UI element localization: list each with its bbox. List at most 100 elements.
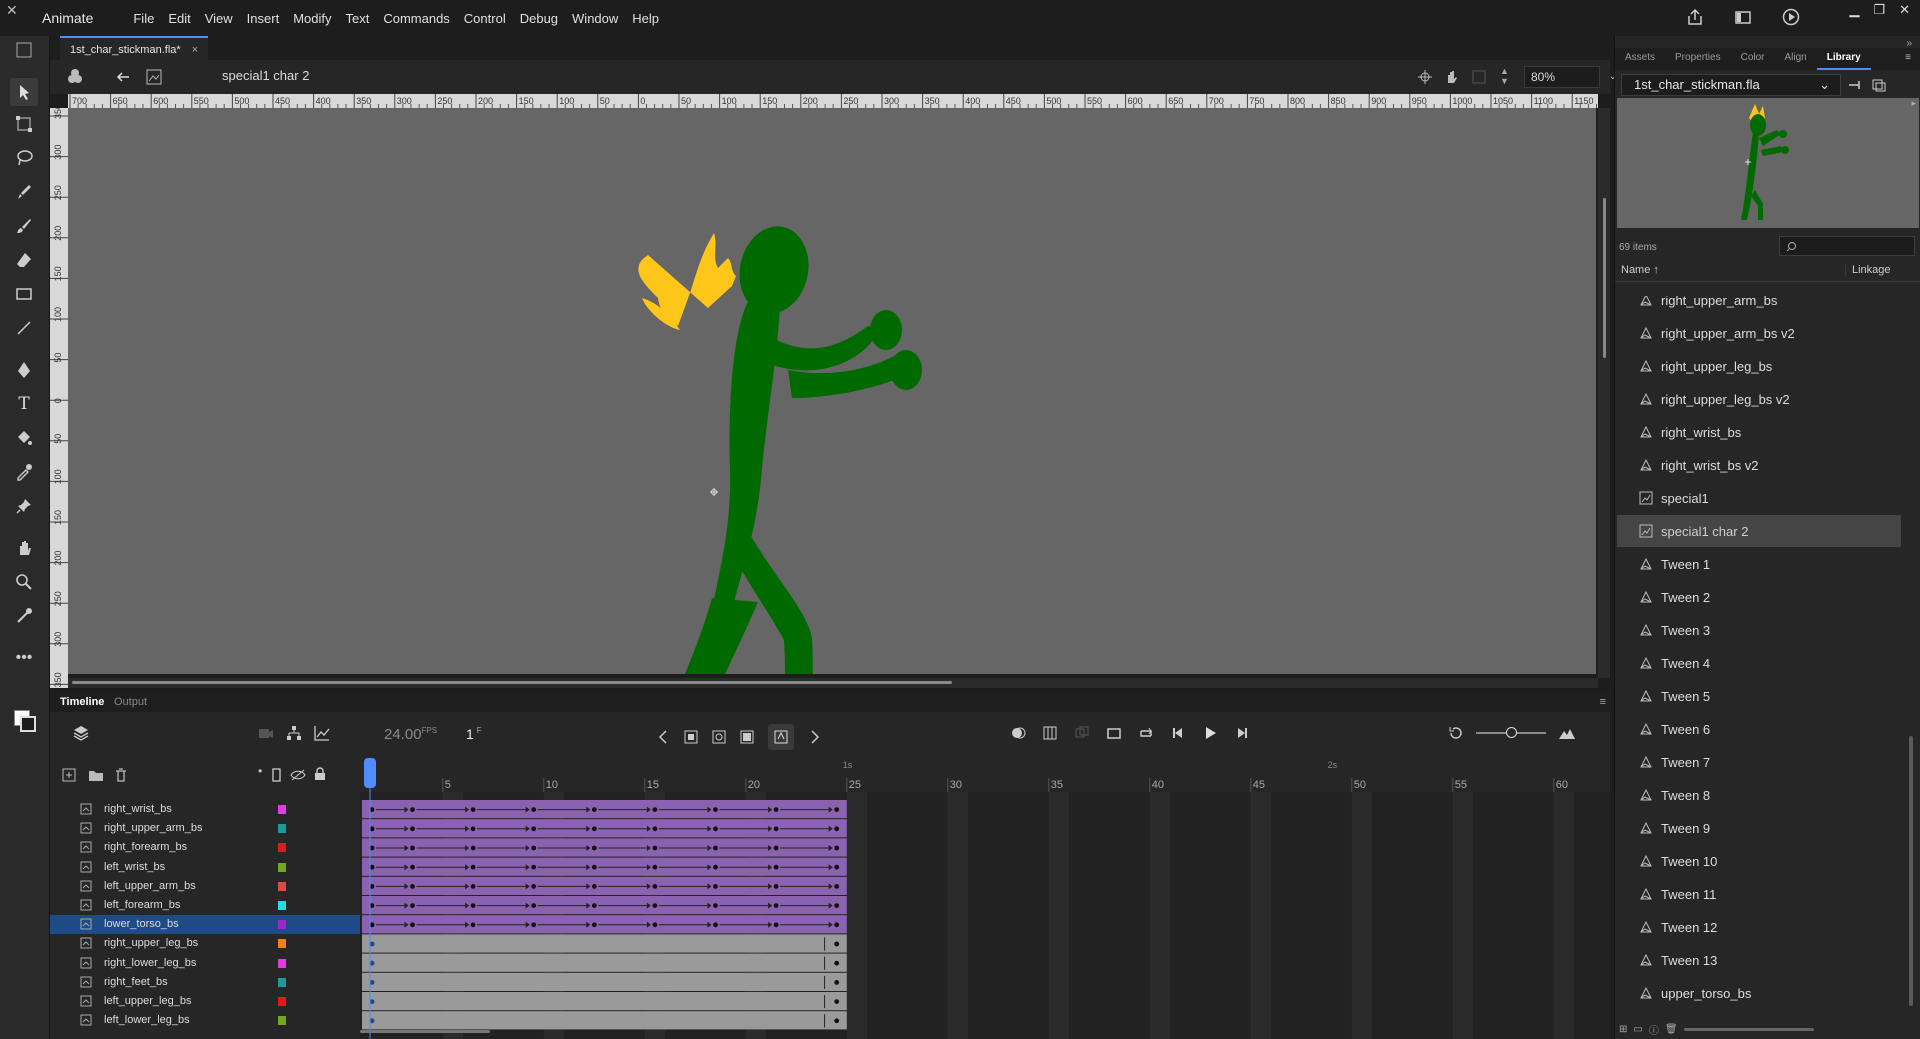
keyframe-dot[interactable] <box>470 807 476 812</box>
keyframe-dot[interactable] <box>773 807 779 812</box>
library-item[interactable]: Tween 4 <box>1617 647 1901 679</box>
keyframe-dot[interactable] <box>531 903 537 908</box>
layer-color-chip[interactable] <box>278 997 286 1006</box>
keyframe-dot[interactable] <box>834 941 840 947</box>
keyframe-dot[interactable] <box>713 864 718 870</box>
keyframe-dot[interactable] <box>410 884 415 889</box>
clip-content-icon[interactable] <box>1472 70 1486 84</box>
menu-modify[interactable]: Modify <box>293 11 331 26</box>
paint-brush-icon[interactable] <box>12 180 36 204</box>
library-item[interactable]: Tween 6 <box>1617 713 1901 745</box>
stage-canvas[interactable] <box>68 108 1596 674</box>
center-stage-icon[interactable] <box>1418 70 1432 84</box>
tab-color[interactable]: Color <box>1731 48 1775 70</box>
loop-icon[interactable] <box>1138 725 1154 741</box>
keyframe-dot[interactable] <box>773 845 779 851</box>
playhead-handle[interactable] <box>364 758 376 788</box>
keyframe-dot[interactable] <box>713 845 718 851</box>
new-library-panel-icon[interactable] <box>1871 78 1887 92</box>
app-close-icon[interactable]: ✕ <box>6 2 18 19</box>
current-symbol-name[interactable]: special1 char 2 <box>222 68 309 83</box>
library-item[interactable]: Tween 2 <box>1617 581 1901 613</box>
keyframe-dot[interactable] <box>834 1018 840 1024</box>
frame-insert-icon[interactable] <box>1106 725 1122 741</box>
v-scroll-thumb[interactable] <box>1603 198 1606 358</box>
camera-icon[interactable] <box>258 726 274 740</box>
timeline-layer[interactable]: lower_torso_bs <box>50 915 360 935</box>
library-search-input[interactable] <box>1779 236 1915 256</box>
new-symbol-icon[interactable]: ⊞ <box>1619 1024 1627 1035</box>
pin-library-icon[interactable] <box>1847 78 1863 92</box>
library-item[interactable]: Tween 8 <box>1617 779 1901 811</box>
step-forward-icon[interactable] <box>1234 725 1250 741</box>
zoom-input[interactable]: 80% ⌄ <box>1524 66 1617 88</box>
keyframe-dot[interactable] <box>834 922 840 928</box>
menu-control[interactable]: Control <box>464 11 506 26</box>
keyframe-dot[interactable] <box>834 903 840 908</box>
menu-text[interactable]: Text <box>345 11 369 26</box>
timeline-h-scroll-thumb[interactable] <box>360 1030 490 1033</box>
keyframe-dot[interactable] <box>834 845 840 851</box>
library-item[interactable]: Tween 12 <box>1617 911 1901 943</box>
keyframe-dot[interactable] <box>713 826 718 832</box>
parenting-icon[interactable] <box>286 725 302 741</box>
paint-bucket-icon[interactable] <box>12 426 36 450</box>
current-frame-display[interactable]: 1F <box>466 726 482 742</box>
menu-edit[interactable]: Edit <box>168 11 190 26</box>
new-folder-icon[interactable] <box>88 768 104 782</box>
timeline-layer[interactable]: left_upper_arm_bs <box>50 877 360 896</box>
keyframe-dot[interactable] <box>470 922 476 928</box>
keyframe-dot[interactable] <box>531 864 537 870</box>
library-item[interactable]: Tween 5 <box>1617 680 1901 712</box>
keyframe-dot[interactable] <box>713 922 718 928</box>
keyframe-dot[interactable] <box>834 884 840 889</box>
free-transform-icon[interactable] <box>12 112 36 136</box>
keyframe-dot[interactable] <box>713 884 718 889</box>
library-item[interactable]: Tween 10 <box>1617 845 1901 877</box>
onion-outline-icon[interactable] <box>1042 725 1058 741</box>
rectangle-tool-icon[interactable] <box>12 282 36 306</box>
keyframe-dot[interactable] <box>531 845 537 851</box>
eyedropper-icon[interactable] <box>12 460 36 484</box>
keyframe-dot[interactable] <box>531 826 537 832</box>
keyframe-dot[interactable] <box>470 845 476 851</box>
delete-icon[interactable]: 🗑 <box>1665 1024 1678 1035</box>
bone-tool-icon[interactable] <box>12 604 36 628</box>
insert-keyframe-icon[interactable] <box>684 729 698 745</box>
zoom-stepper-icon[interactable]: ▲ ▼ <box>1500 66 1509 86</box>
layer-color-chip[interactable] <box>278 805 286 814</box>
keyframe-dot[interactable] <box>470 903 476 908</box>
menu-commands[interactable]: Commands <box>383 11 449 26</box>
library-item[interactable]: Tween 11 <box>1617 878 1901 910</box>
layer-color-chip[interactable] <box>278 881 286 891</box>
layer-color-chip[interactable] <box>278 939 286 949</box>
keyframe-dot[interactable] <box>531 807 537 812</box>
keyframe-dot[interactable] <box>410 845 415 851</box>
keyframe-dot[interactable] <box>652 807 658 812</box>
close-tab-icon[interactable]: × <box>192 44 198 56</box>
keyframe-dot[interactable] <box>652 922 658 928</box>
menu-insert[interactable]: Insert <box>247 11 280 26</box>
timeline-layer[interactable]: left_upper_leg_bs <box>50 992 360 1011</box>
highlight-layers-icon[interactable]: • <box>258 764 262 778</box>
timeline-layer[interactable]: left_forearm_bs <box>50 896 360 915</box>
outline-toggle-icon[interactable] <box>272 768 282 782</box>
library-item[interactable]: right_upper_arm_bs <box>1617 296 1901 316</box>
new-layer-icon[interactable] <box>62 768 76 782</box>
keyframe-dot[interactable] <box>652 903 658 908</box>
layer-color-chip[interactable] <box>278 958 286 968</box>
keyframe-dot[interactable] <box>834 980 840 985</box>
keyframe-dot[interactable] <box>531 884 537 889</box>
text-tool-icon[interactable]: T <box>12 392 36 416</box>
minimize-icon[interactable]: ▁ <box>1849 2 1859 18</box>
selection-tool-icon[interactable] <box>10 78 38 106</box>
frame-grid[interactable]: 5 10 15 20 25 30 35 40 45 50 55 60 1s 2s <box>360 754 1610 1039</box>
h-scroll-thumb[interactable] <box>72 681 952 684</box>
keyframe-dot[interactable] <box>591 922 597 928</box>
restore-icon[interactable]: ❐ <box>1873 2 1885 18</box>
tab-assets[interactable]: Assets <box>1615 48 1665 70</box>
slider-thumb[interactable] <box>1506 727 1517 738</box>
document-tab[interactable]: 1st_char_stickman.fla* × <box>60 36 209 60</box>
crown-graphic[interactable] <box>638 233 736 330</box>
more-tools-icon[interactable]: ••• <box>12 646 36 670</box>
